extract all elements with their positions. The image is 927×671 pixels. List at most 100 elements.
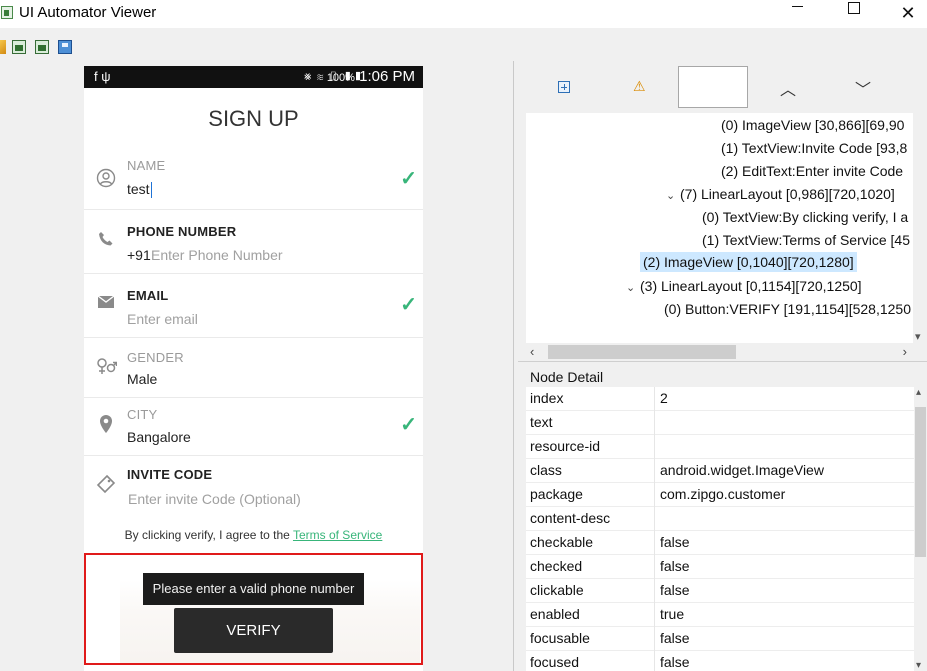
property-value: false [660, 654, 690, 670]
table-row[interactable]: package com.zipgo.customer [526, 483, 914, 507]
device-screenshot-icon[interactable] [12, 40, 26, 54]
scroll-left-icon[interactable]: ‹ [530, 344, 534, 359]
collapse-arrow-icon[interactable]: ⌄ [626, 278, 640, 298]
table-row[interactable]: resource-id [526, 435, 914, 459]
search-input[interactable] [678, 66, 748, 108]
gender-field[interactable]: GENDER Male [84, 338, 423, 398]
table-row[interactable]: clickable false [526, 579, 914, 603]
maximize-icon [848, 1, 860, 14]
minimize-button[interactable] [774, 0, 820, 28]
expand-all-icon[interactable] [558, 81, 570, 93]
maximize-button[interactable] [831, 0, 877, 28]
open-icon[interactable] [0, 40, 6, 54]
phone-input[interactable]: Enter Phone Number [151, 247, 283, 263]
invite-code-input[interactable]: Enter invite Code (Optional) [128, 491, 301, 507]
property-key: content-desc [530, 510, 611, 526]
scroll-thumb[interactable] [548, 345, 736, 359]
tree-vertical-scrollbar[interactable] [913, 113, 927, 343]
status-time: 1:06 PM [359, 68, 415, 85]
property-key: checked [530, 558, 583, 574]
gender-value[interactable]: Male [127, 371, 157, 387]
collapse-arrow-icon[interactable]: ⌄ [666, 186, 680, 206]
panel-divider[interactable] [518, 361, 927, 362]
phone-label: PHONE NUMBER [127, 224, 237, 239]
tree-node-selected[interactable]: (2) ImageView [0,1040][720,1280] [640, 252, 857, 272]
property-value: false [660, 630, 690, 646]
table-row[interactable]: index 2 [526, 387, 914, 411]
tag-icon [95, 474, 117, 496]
scroll-down-icon[interactable]: ▾ [916, 660, 921, 671]
scroll-right-icon[interactable]: › [903, 344, 907, 359]
gender-label: GENDER [127, 350, 184, 365]
location-pin-icon [95, 414, 117, 436]
name-input[interactable]: test [127, 181, 152, 199]
page-title: SIGN UP [208, 106, 299, 131]
tree-node[interactable]: ⌄ (3) LinearLayout [0,1154][720,1250] [626, 276, 862, 296]
property-value: 2 [660, 390, 668, 406]
toolbar [0, 28, 927, 60]
phone-field[interactable]: PHONE NUMBER +91 Enter Phone Number [84, 210, 423, 274]
tree-node[interactable]: (1) TextView:Invite Code [93,8 [721, 138, 907, 158]
previous-result-icon[interactable]: ︿ [780, 76, 796, 100]
tree-node[interactable]: (1) TextView:Terms of Service [45 [702, 230, 910, 250]
name-field[interactable]: NAME test ✓ [84, 150, 423, 210]
phone-icon [95, 230, 117, 252]
terms-of-service-link[interactable]: Terms of Service [293, 528, 382, 542]
property-key: text [530, 414, 553, 430]
email-input[interactable]: Enter email [127, 311, 198, 327]
tree-node[interactable]: ⌄ (7) LinearLayout [0,986][720,1020] [666, 184, 895, 204]
tree-node[interactable]: (2) EditText:Enter invite Code [721, 161, 903, 181]
property-key: focusable [530, 630, 590, 646]
terms-prefix: By clicking verify, I agree to the [124, 528, 293, 542]
hierarchy-tree[interactable]: (0) ImageView [30,866][69,90 (1) TextVie… [526, 113, 913, 343]
minimize-icon [791, 6, 803, 8]
table-row[interactable]: focusable false [526, 627, 914, 651]
table-row[interactable]: class android.widget.ImageView [526, 459, 914, 483]
table-row[interactable]: enabled true [526, 603, 914, 627]
app-icon [1, 6, 13, 19]
device-screenshot-compressed-icon[interactable] [35, 40, 49, 54]
property-key: focused [530, 654, 580, 670]
tree-horizontal-scrollbar[interactable]: ‹ › [526, 343, 913, 361]
city-value[interactable]: Bangalore [127, 429, 191, 445]
property-value: android.widget.ImageView [660, 462, 824, 478]
verify-button[interactable]: VERIFY [174, 608, 333, 653]
property-key: index [530, 390, 564, 406]
person-icon [95, 168, 117, 190]
property-key: resource-id [530, 438, 601, 454]
invite-code-field[interactable]: INVITE CODE Enter invite Code (Optional) [84, 456, 423, 520]
title-bar: UI Automator Viewer ✕ [0, 0, 927, 28]
table-row[interactable]: text [526, 411, 914, 435]
check-icon: ✓ [400, 168, 417, 190]
error-toast: Please enter a valid phone number [143, 573, 364, 605]
tree-node[interactable]: (0) TextView:By clicking verify, I a [702, 207, 908, 227]
email-label: EMAIL [127, 288, 169, 303]
tree-node[interactable]: (0) ImageView [30,866][69,90 [721, 115, 904, 135]
table-row[interactable]: checked false [526, 555, 914, 579]
text-cursor [150, 182, 152, 199]
next-result-icon[interactable]: ﹀ [855, 76, 871, 100]
node-detail-scrollbar[interactable]: ▴ ▾ [914, 387, 927, 671]
table-row[interactable]: checkable false [526, 531, 914, 555]
property-value: false [660, 558, 690, 574]
city-field[interactable]: CITY Bangalore ✓ [84, 398, 423, 456]
tree-node-label: (3) LinearLayout [0,1154][720,1250] [640, 278, 862, 294]
property-key: checkable [530, 534, 594, 550]
save-icon[interactable] [58, 40, 72, 54]
close-button[interactable]: ✕ [885, 0, 927, 28]
check-icon: ✓ [400, 414, 417, 436]
table-row[interactable]: focused false [526, 651, 914, 671]
tree-node-label: (7) LinearLayout [0,986][720,1020] [680, 186, 895, 202]
scroll-thumb[interactable] [915, 407, 926, 557]
property-value: com.zipgo.customer [660, 486, 786, 502]
warning-icon[interactable]: ⚠ [633, 78, 646, 95]
email-field[interactable]: EMAIL Enter email ✓ [84, 274, 423, 338]
property-key: package [530, 486, 583, 502]
mail-icon [95, 294, 117, 316]
check-icon: ✓ [400, 294, 417, 316]
tree-node[interactable]: (0) Button:VERIFY [191,1154][528,1250 [664, 299, 911, 319]
table-row[interactable]: content-desc [526, 507, 914, 531]
window-title: UI Automator Viewer [19, 4, 157, 21]
scroll-up-icon[interactable]: ▴ [916, 387, 921, 398]
name-value: test [127, 181, 150, 197]
